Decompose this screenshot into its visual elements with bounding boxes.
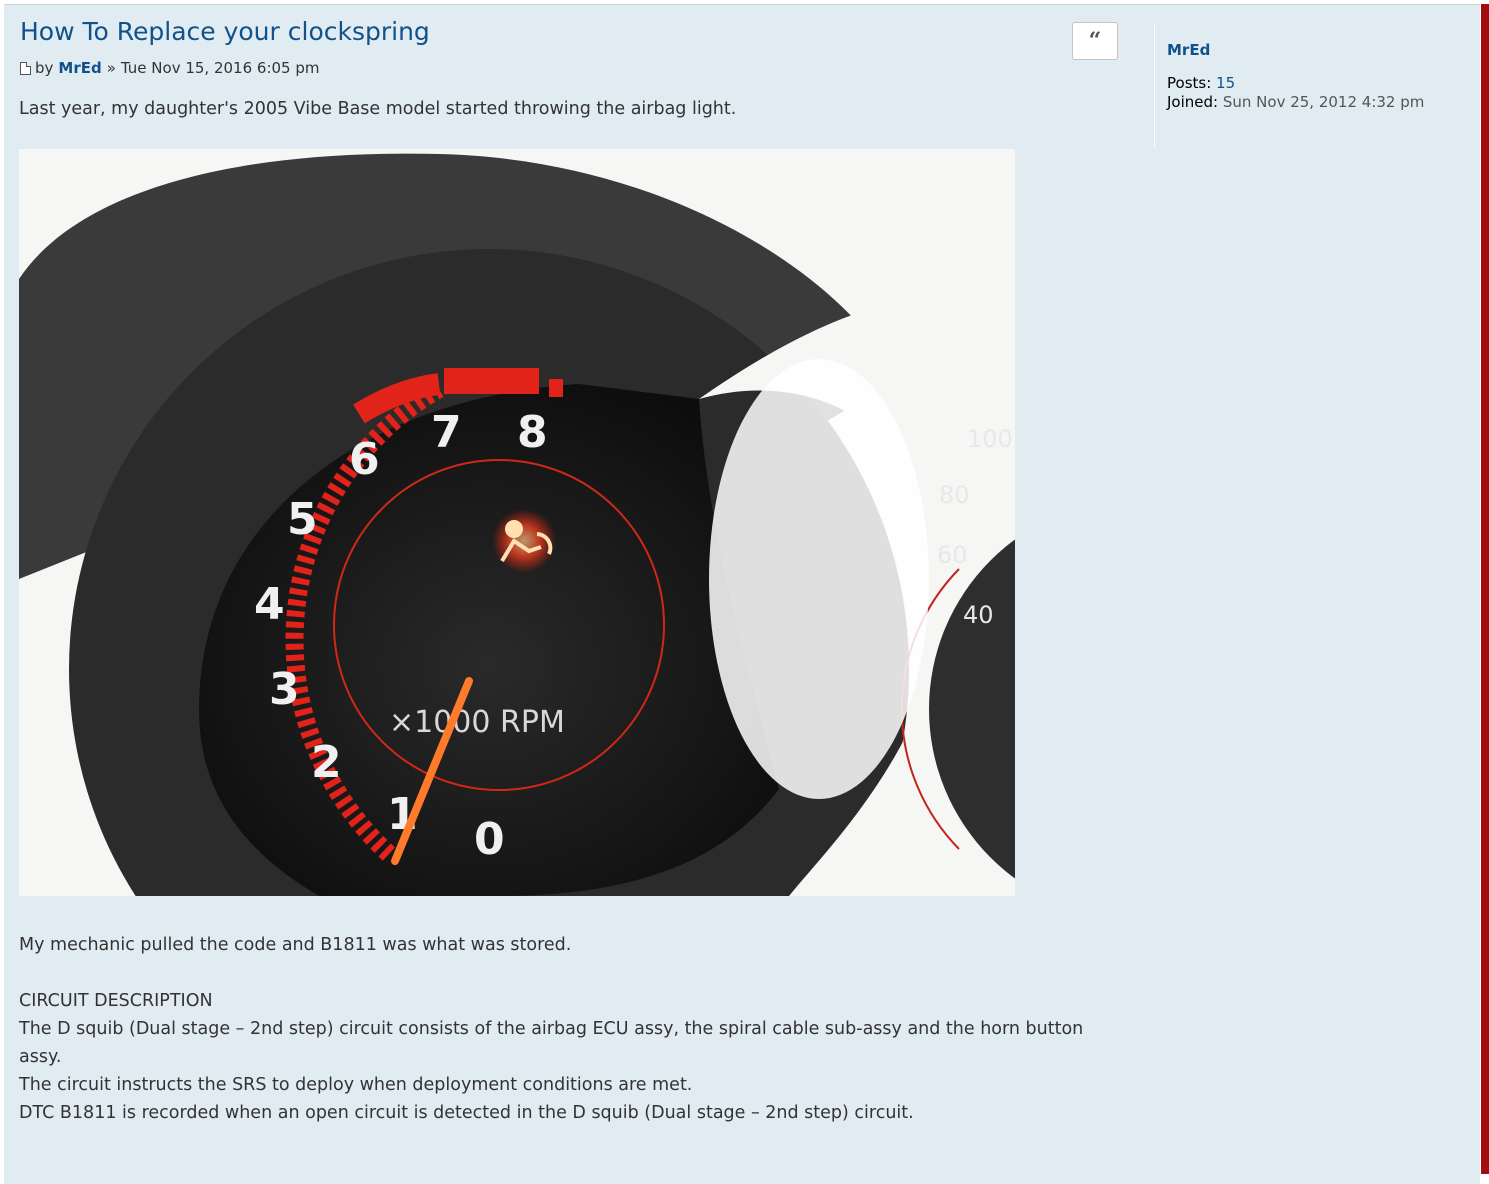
paragraph-description: The D squib (Dual stage – 2nd step) circ… (19, 1019, 1084, 1067)
paragraph-recorded: DTC B1811 is recorded when an open circu… (19, 1103, 914, 1123)
speedo-number-100: 100 (967, 425, 1013, 453)
speedo-number-60: 60 (937, 541, 968, 569)
joined-date: Sun Nov 25, 2012 4:32 pm (1222, 93, 1425, 111)
tach-number-4: 4 (254, 579, 285, 630)
quote-icon: “ (1088, 28, 1102, 54)
tach-unit-label: ×1000 RPM (389, 705, 565, 740)
joined-label: Joined: (1167, 93, 1219, 111)
tach-number-6: 6 (349, 434, 380, 485)
author-profile: MrEd Posts: 15 Joined: Sun Nov 25, 2012 … (1154, 23, 1464, 147)
paragraph-heading: CIRCUIT DESCRIPTION (19, 991, 213, 1011)
tach-number-5: 5 (287, 494, 318, 545)
post-intro-text: Last year, my daughter's 2005 Vibe Base … (19, 99, 737, 119)
speedo-number-80: 80 (939, 481, 970, 509)
post-author-link[interactable]: MrEd (58, 59, 101, 77)
post-content-body: My mechanic pulled the code and B1811 wa… (19, 931, 1129, 1127)
tach-number-7: 7 (431, 407, 462, 458)
post-image[interactable]: 0 1 2 3 4 5 6 7 8 ×1000 RPM 100 80 60 40 (19, 149, 1015, 896)
quote-button[interactable]: “ (1072, 22, 1118, 60)
speedo-number-40: 40 (963, 601, 994, 629)
by-label: by (35, 59, 54, 77)
profile-posts: Posts: 15 (1167, 74, 1464, 93)
profile-joined: Joined: Sun Nov 25, 2012 4:32 pm (1167, 93, 1464, 112)
page-edge-accent (1481, 4, 1489, 1174)
post-date: Tue Nov 15, 2016 6:05 pm (120, 59, 320, 77)
profile-username[interactable]: MrEd (1167, 41, 1464, 59)
paragraph-blank (19, 959, 1129, 987)
post-link-icon[interactable] (20, 61, 31, 75)
post-title[interactable]: How To Replace your clockspring (20, 17, 430, 46)
tach-number-3: 3 (269, 664, 300, 715)
dashboard-photo: 0 1 2 3 4 5 6 7 8 ×1000 RPM 100 80 60 40 (19, 149, 1015, 896)
meta-separator: » (106, 59, 116, 77)
posts-label: Posts: (1167, 74, 1212, 92)
post-meta: by MrEd » Tue Nov 15, 2016 6:05 pm (20, 59, 320, 77)
tach-number-2: 2 (311, 737, 342, 788)
post-content-intro: Last year, my daughter's 2005 Vibe Base … (19, 95, 1129, 123)
tach-number-8: 8 (517, 407, 548, 458)
paragraph-code: My mechanic pulled the code and B1811 wa… (19, 935, 572, 955)
posts-count-link[interactable]: 15 (1216, 74, 1235, 92)
post-container: How To Replace your clockspring by MrEd … (4, 4, 1480, 1184)
tach-number-0: 0 (474, 814, 505, 865)
paragraph-instructs: The circuit instructs the SRS to deploy … (19, 1075, 693, 1095)
